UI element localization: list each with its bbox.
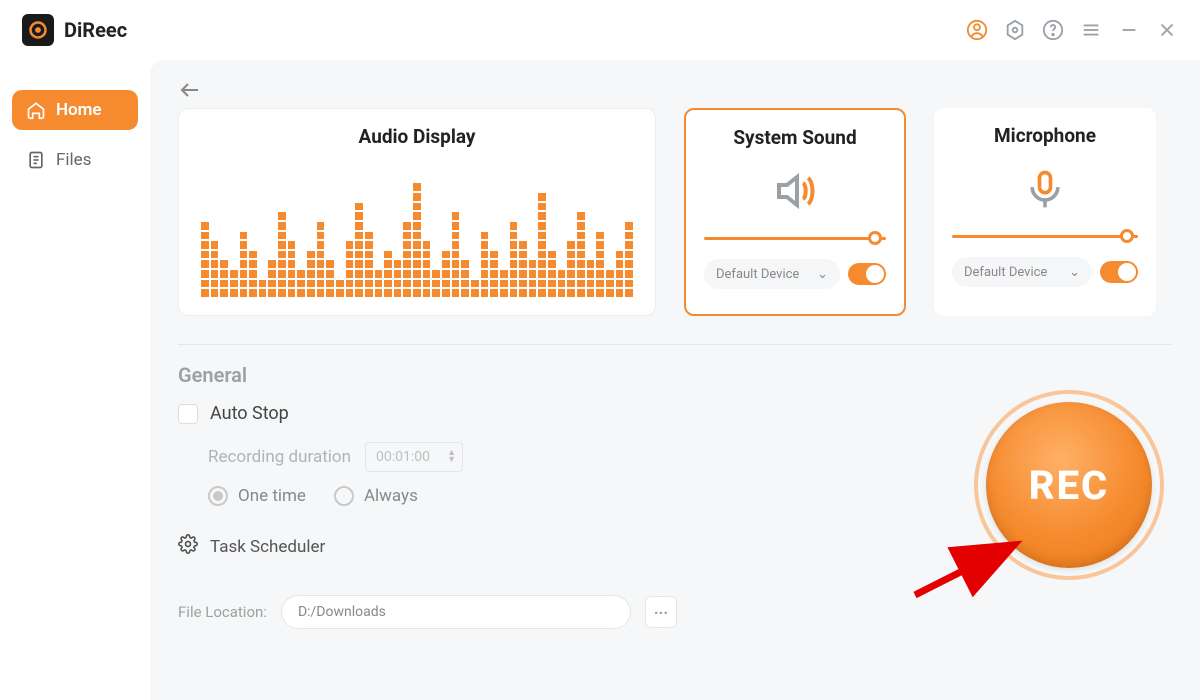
chevron-down-icon: ⌄ — [1069, 265, 1080, 280]
microphone-title: Microphone — [994, 124, 1096, 147]
sidebar-item-home[interactable]: Home — [12, 90, 138, 130]
speaker-icon — [771, 165, 819, 217]
mic-volume-slider[interactable] — [952, 229, 1138, 243]
sidebar-item-label: Files — [56, 150, 91, 170]
sidebar-item-files[interactable]: Files — [12, 140, 138, 180]
back-button[interactable] — [178, 78, 202, 102]
audio-display-card: Audio Display — [178, 108, 656, 316]
main-panel: Audio Display System Sound Default Devic… — [150, 60, 1200, 700]
auto-stop-checkbox[interactable] — [178, 404, 198, 424]
files-icon — [26, 150, 46, 170]
mic-device-select[interactable]: Default Device ⌄ — [952, 257, 1092, 287]
one-time-radio[interactable]: One time — [208, 486, 306, 506]
browse-button[interactable]: ··· — [645, 596, 677, 628]
system-volume-slider[interactable] — [704, 231, 886, 245]
file-location-label: File Location: — [178, 603, 267, 621]
radio-icon — [208, 486, 228, 506]
gear-icon — [178, 534, 198, 559]
one-time-label: One time — [238, 486, 306, 506]
microphone-card[interactable]: Microphone Default Device ⌄ — [934, 108, 1156, 316]
brand: DiReec — [22, 14, 127, 46]
auto-stop-label: Auto Stop — [210, 403, 289, 424]
radio-icon — [334, 486, 354, 506]
system-sound-title: System Sound — [733, 126, 856, 149]
close-icon[interactable] — [1156, 19, 1178, 41]
minimize-icon[interactable] — [1118, 19, 1140, 41]
microphone-toggle[interactable] — [1100, 261, 1138, 283]
stepper-icon[interactable]: ▲▼ — [447, 450, 456, 464]
audio-display-title: Audio Display — [197, 125, 637, 148]
recording-duration-label: Recording duration — [208, 447, 351, 467]
chevron-down-icon: ⌄ — [817, 267, 828, 282]
app-name: DiReec — [64, 18, 127, 42]
user-icon[interactable] — [966, 19, 988, 41]
record-button-wrap: REC — [974, 390, 1164, 580]
file-location-input[interactable]: D:/Downloads — [281, 595, 631, 629]
record-button[interactable]: REC — [986, 402, 1152, 568]
hamburger-menu-icon[interactable] — [1080, 19, 1102, 41]
microphone-icon — [1023, 163, 1067, 215]
file-location-value: D:/Downloads — [298, 604, 386, 620]
always-label: Always — [364, 486, 418, 506]
titlebar: DiReec — [0, 0, 1200, 60]
home-icon — [26, 100, 46, 120]
general-section-title: General — [178, 363, 1172, 387]
audio-waveform — [197, 158, 637, 297]
app-logo-icon — [22, 14, 54, 46]
settings-hex-icon[interactable] — [1004, 19, 1026, 41]
task-scheduler-label: Task Scheduler — [210, 537, 325, 557]
mic-device-value: Default Device — [964, 265, 1047, 280]
always-radio[interactable]: Always — [334, 486, 418, 506]
system-sound-toggle[interactable] — [848, 263, 886, 285]
recording-duration-value: 00:01:00 — [376, 449, 430, 465]
sidebar-item-label: Home — [56, 100, 102, 120]
system-sound-card[interactable]: System Sound Default Device ⌄ — [684, 108, 906, 316]
recording-duration-input[interactable]: 00:01:00 ▲▼ — [365, 442, 463, 472]
divider — [178, 344, 1172, 345]
system-device-select[interactable]: Default Device ⌄ — [704, 259, 840, 289]
help-icon[interactable] — [1042, 19, 1064, 41]
record-label: REC — [1029, 462, 1110, 509]
system-device-value: Default Device — [716, 267, 799, 282]
sidebar: Home Files — [0, 60, 150, 700]
titlebar-icons — [966, 19, 1178, 41]
